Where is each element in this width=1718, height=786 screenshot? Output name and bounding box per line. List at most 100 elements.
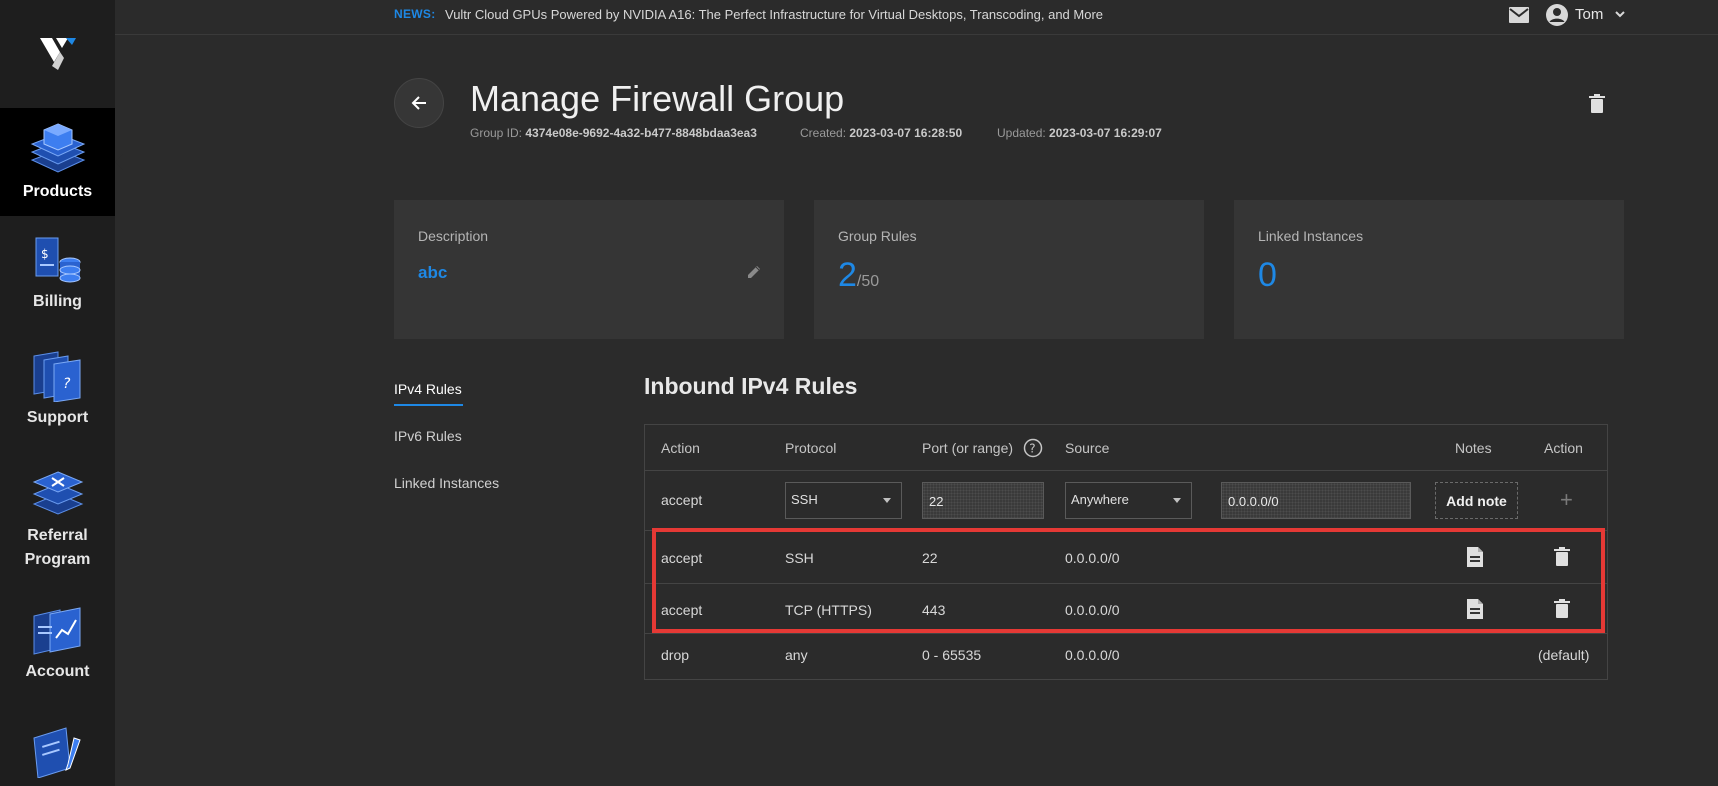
rules-table: Action Protocol Port (or range) ? Source… (644, 424, 1608, 680)
sidebar-item-products[interactable]: Products (0, 108, 123, 216)
rule-protocol: any (785, 647, 808, 663)
sidebar-item-support[interactable]: ? Support (0, 350, 115, 440)
sidebar-item-referral[interactable]: Referral Program (0, 468, 115, 578)
linked-instances-label: Linked Instances (1258, 228, 1364, 244)
linked-instances-card: Linked Instances 0 (1234, 200, 1624, 339)
new-rule-action: accept (661, 492, 703, 508)
default-note: (default) (1538, 647, 1590, 663)
group-rules-value: 2/50 (838, 256, 879, 295)
rule-action: drop (661, 647, 690, 663)
rules-section-title: Inbound IPv4 Rules (644, 373, 858, 399)
updated-label: Updated: (997, 126, 1046, 140)
rule-port: 0 - 65535 (922, 647, 982, 663)
description-label: Description (418, 228, 489, 244)
mail-icon[interactable] (1508, 6, 1530, 24)
delete-rule-trash-icon[interactable] (1554, 599, 1570, 618)
header-action-2: Action (1544, 440, 1583, 456)
news-link[interactable]: Vultr Cloud GPUs Powered by NVIDIA A16: … (445, 7, 1103, 22)
rule-port: 443 (922, 602, 946, 618)
group-rules-label: Group Rules (838, 228, 917, 244)
port-input[interactable]: 22 (922, 482, 1044, 519)
sidebar-item-account[interactable]: Account (0, 606, 115, 696)
group-id-meta: Group ID: 4374e08e-9692-4a32-b477-8848bd… (470, 126, 757, 140)
news-label: NEWS: (394, 7, 436, 21)
rule-source: 0.0.0.0/0 (1065, 647, 1120, 663)
header-protocol: Protocol (785, 440, 837, 456)
svg-text:$: $ (41, 247, 49, 261)
protocol-select-value: SSH (791, 492, 818, 507)
description-card: Description abc (394, 200, 784, 339)
rule-protocol: SSH (785, 550, 814, 566)
rule-source: 0.0.0.0/0 (1065, 550, 1120, 566)
caret-down-icon (883, 498, 891, 503)
caret-down-icon (1173, 498, 1181, 503)
sidebar-item-billing[interactable]: $ Billing (0, 236, 115, 326)
support-icon: ? (33, 351, 80, 402)
protocol-select[interactable]: SSH (785, 482, 902, 519)
rule-source: 0.0.0.0/0 (1065, 602, 1120, 618)
billing-icon: $ (35, 237, 80, 283)
delete-group-trash-icon[interactable] (1588, 94, 1606, 114)
created-meta: Created: 2023-03-07 16:28:50 (800, 126, 962, 140)
add-note-button[interactable]: Add note (1435, 482, 1518, 519)
updated-value: 2023-03-07 16:29:07 (1049, 126, 1162, 140)
header-source: Source (1065, 440, 1110, 456)
source-select[interactable]: Anywhere (1065, 482, 1192, 519)
add-rule-plus-icon[interactable]: + (1560, 487, 1573, 513)
table-row: accept TCP (HTTPS) 443 0.0.0.0/0 (645, 584, 1607, 634)
sidebar-item-label: Billing (33, 293, 82, 310)
rule-port: 22 (922, 550, 938, 566)
help-circle-icon[interactable]: ? (1023, 438, 1043, 458)
group-rules-card: Group Rules 2/50 (814, 200, 1204, 339)
sidebar-item-docs[interactable] (0, 722, 115, 786)
chevron-down-icon[interactable] (1614, 9, 1626, 19)
header-action: Action (661, 440, 700, 456)
cidr-input-value: 0.0.0.0/0 (1228, 494, 1279, 509)
user-avatar-icon[interactable] (1545, 3, 1569, 27)
arrow-left-icon (411, 96, 426, 110)
vultr-logo-icon (39, 38, 76, 70)
source-select-value: Anywhere (1071, 492, 1129, 507)
table-row: accept SSH 22 0.0.0.0/0 (645, 531, 1607, 584)
note-document-icon[interactable] (1466, 546, 1484, 568)
referral-icon (32, 471, 83, 515)
group-rules-count: 2 (838, 256, 857, 294)
port-input-value: 22 (929, 494, 944, 509)
cidr-input[interactable]: 0.0.0.0/0 (1221, 482, 1411, 519)
top-bar: NEWS: Vultr Cloud GPUs Powered by NVIDIA… (115, 0, 1718, 35)
created-value: 2023-03-07 16:28:50 (849, 126, 963, 140)
default-rule-row: drop any 0 - 65535 0.0.0.0/0 (default) (645, 634, 1607, 679)
group-id-label: Group ID: (470, 126, 523, 140)
linked-instances-value: 0 (1258, 256, 1277, 294)
svg-text:?: ? (1029, 442, 1035, 456)
active-indicator (115, 154, 123, 170)
group-rules-max: /50 (856, 273, 880, 290)
new-rule-row: accept SSH 22 Anywhere 0.0.0.0/0 Add not… (645, 471, 1607, 531)
tab-linked-instances[interactable]: Linked Instances (394, 475, 499, 491)
header-notes: Notes (1455, 440, 1492, 456)
delete-rule-trash-icon[interactable] (1554, 547, 1570, 566)
vultr-logo[interactable] (0, 0, 115, 108)
docs-pen-icon (32, 727, 81, 778)
user-name[interactable]: Tom (1575, 6, 1603, 23)
updated-meta: Updated: 2023-03-07 16:29:07 (997, 126, 1162, 140)
sidebar-item-label: Referral Program (24, 527, 91, 568)
rule-action: accept (661, 602, 703, 618)
back-button[interactable] (394, 78, 444, 128)
description-value: abc (418, 263, 448, 282)
svg-text:?: ? (63, 376, 71, 392)
note-document-icon[interactable] (1466, 598, 1484, 620)
pencil-icon[interactable] (746, 264, 762, 280)
sidebar: Products $ Billing ? Support Referral Pr… (0, 0, 123, 786)
page-title: Manage Firewall Group (470, 78, 845, 119)
sidebar-item-label: Account (25, 663, 90, 680)
tab-ipv4-rules[interactable]: IPv4 Rules (394, 381, 462, 397)
rule-action: accept (661, 550, 703, 566)
header-port: Port (or range) (922, 440, 1014, 456)
sidebar-item-label: Products (22, 183, 93, 200)
active-tab-underline (394, 404, 463, 406)
table-header-row: Action Protocol Port (or range) ? Source… (645, 425, 1607, 471)
tab-ipv6-rules[interactable]: IPv6 Rules (394, 428, 462, 444)
products-stack-icon (30, 123, 85, 173)
account-icon (33, 607, 80, 655)
